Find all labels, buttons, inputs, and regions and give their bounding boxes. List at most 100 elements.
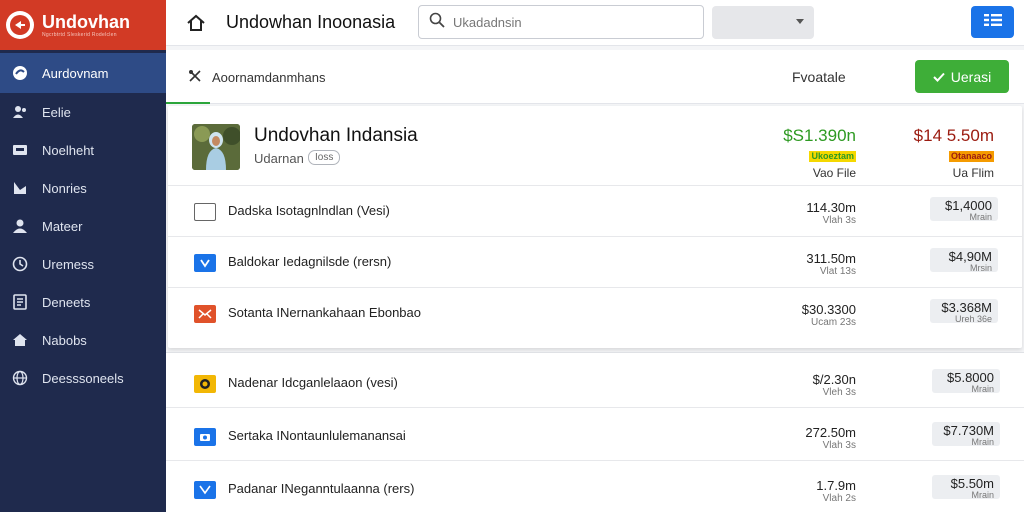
globe-icon	[12, 370, 28, 386]
row-amount-value: 311.50m	[806, 251, 856, 266]
sidebar-item-label: Nonries	[42, 180, 87, 196]
sidebar-item-uremess[interactable]: Uremess	[0, 245, 166, 283]
secondary-list: Nadenar Idcganlelaaon (vesi) $/2.30n Vle…	[166, 352, 1024, 512]
page-title: Undowhan Inoonasia	[226, 12, 396, 32]
row-amount-sub: Vlah 2s	[822, 493, 856, 504]
mail-icon	[194, 481, 216, 499]
row-amount-sub: Vlah 3s	[822, 440, 856, 451]
featured-item[interactable]: Undovhan Indansia Udarnan Ioss $S1.390n …	[168, 106, 1022, 186]
brand-tagline: Ngcrbtrtd Sleskerid Rodelclen	[42, 32, 117, 38]
list-item[interactable]: Baldokar Iedagnilsde (rersn) 311.50m Vla…	[168, 237, 1022, 288]
search-input[interactable]	[453, 14, 683, 30]
top-bar: Undowhan Inoonasia	[166, 0, 1024, 46]
envelope-icon	[194, 305, 216, 323]
featured-title: Undovhan Indansia	[254, 125, 418, 146]
row-amount-value: 272.50m	[805, 425, 856, 440]
list-item[interactable]: Dadska Isotagnlndlan (Vesi) 114.30m Vlah…	[168, 186, 1022, 237]
list-item[interactable]: Sertaka INontaunlulemanansai 272.50m Vla…	[166, 408, 1024, 461]
list-menu-icon	[983, 13, 1003, 32]
results-card: Undovhan Indansia Udarnan Ioss $S1.390n …	[168, 106, 1022, 348]
tab-label: Aoornamdanmhans	[212, 70, 326, 85]
row-price-chip[interactable]: $3.368M Ureh 36e	[930, 299, 998, 324]
sidebar-item-noelheht[interactable]: Noelheht	[0, 131, 166, 169]
row-amount-sub: Vlat 13s	[819, 266, 856, 277]
sidebar: Undovhan Ngcrbtrtd Sleskerid Rodelclen A…	[0, 0, 166, 512]
filter-label[interactable]: Fvoatale	[792, 69, 846, 85]
chat-bubble-icon	[12, 65, 28, 81]
sidebar-item-label: Noelheht	[42, 142, 95, 158]
kpi-secondary-value: $14 5.50m	[913, 126, 994, 145]
confirm-button[interactable]: Uerasi	[915, 60, 1009, 93]
checkbox-icon[interactable]	[194, 203, 216, 221]
row-amount-sub: Ucam 23s	[810, 317, 856, 328]
list-item[interactable]: Padanar INeganntulaanna (rers) 1.7.9m Vl…	[166, 461, 1024, 512]
check-icon	[933, 69, 945, 85]
featured-subtitle: Udarnan	[254, 151, 304, 166]
search-icon	[429, 12, 445, 33]
chevron-down-icon	[796, 19, 804, 24]
row-amount: 311.50m Vlat 13s	[806, 251, 856, 277]
kpi-primary-label: Vao File	[812, 166, 856, 180]
tab-overview[interactable]: Aoornamdanmhans	[166, 50, 325, 104]
flag-icon	[12, 180, 28, 196]
list-item[interactable]: Nadenar Idcganlelaaon (vesi) $/2.30n Vle…	[166, 355, 1024, 408]
row-price-chip[interactable]: $4,90M Mrsin	[930, 248, 998, 273]
row-amount-value: $/2.30n	[812, 372, 856, 387]
row-price-chip[interactable]: $5.50m Mrain	[932, 475, 1000, 500]
sidebar-item-label: Nabobs	[42, 332, 87, 348]
kpi-secondary: $14 5.50m Otanaaco Ua Flim	[914, 126, 994, 180]
kpi-secondary-label: Ua Flim	[952, 166, 994, 180]
row-amount-value: 114.30m	[806, 200, 856, 215]
sidebar-item-label: Deneets	[42, 294, 91, 310]
sidebar-item-label: Aurdovnam	[42, 65, 109, 81]
row-amount-sub: Vlah 3s	[822, 215, 856, 226]
kpi-primary-tag: Ukoeztam	[809, 151, 856, 162]
bag-icon	[194, 254, 216, 272]
status-badge: Ioss	[308, 150, 341, 165]
user-icon	[12, 218, 28, 234]
row-price-chip[interactable]: $5.8000 Mrain	[932, 369, 1000, 394]
list-item[interactable]: Sotanta INernankahaan Ebonbao $30.3300 U…	[168, 288, 1022, 339]
panel-header: Aoornamdanmhans Fvoatale Uerasi	[166, 50, 1024, 104]
sidebar-item-eelie[interactable]: Eelie	[0, 93, 166, 131]
row-label: Dadska Isotagnlndlan (Vesi)	[228, 203, 390, 218]
document-icon	[12, 294, 28, 310]
kpi-secondary-tag: Otanaaco	[948, 151, 994, 162]
row-amount: $/2.30n Vleh 3s	[813, 372, 856, 398]
filter-select[interactable]	[712, 6, 814, 39]
sidebar-item-nabobs[interactable]: Nabobs	[0, 321, 166, 359]
home-icon	[12, 332, 28, 348]
coin-icon	[194, 375, 216, 393]
avatar	[192, 124, 240, 170]
row-amount: 272.50m Vlah 3s	[805, 425, 856, 451]
sidebar-item-label: Deesssoneels	[42, 370, 124, 386]
sidebar-item-label: Uremess	[42, 256, 95, 272]
sidebar-item-label: Eelie	[42, 104, 71, 120]
clock-icon	[12, 256, 28, 272]
camera-icon	[194, 428, 216, 446]
confirm-button-label: Uerasi	[950, 68, 992, 85]
kpi-primary-value: $S1.390n	[783, 126, 856, 145]
sidebar-item-nonries[interactable]: Nonries	[0, 169, 166, 207]
row-label: Sertaka INontaunlulemanansai	[228, 428, 406, 443]
row-amount-sub: Vleh 3s	[822, 387, 856, 398]
sidebar-item-label: Mateer	[42, 218, 83, 234]
home-icon[interactable]	[184, 11, 208, 35]
row-amount: 114.30m Vlah 3s	[806, 200, 856, 226]
row-amount: $30.3300 Ucam 23s	[802, 302, 856, 328]
list-menu-button[interactable]	[971, 6, 1014, 38]
row-label: Sotanta INernankahaan Ebonbao	[228, 305, 421, 320]
sidebar-item-deneets[interactable]: Deneets	[0, 283, 166, 321]
brand-name: Undovhan	[42, 12, 130, 32]
row-price-sub: Ureh 36e	[954, 314, 992, 324]
sidebar-item-mateer[interactable]: Mateer	[0, 207, 166, 245]
row-price-chip[interactable]: $7.730M Mrain	[932, 422, 1000, 447]
people-icon	[12, 104, 28, 120]
search-box[interactable]	[418, 5, 704, 39]
row-amount-value: $30.3300	[801, 302, 856, 317]
sidebar-nav: Aurdovnam Eelie Noelheht Nonries Mateer …	[0, 53, 166, 397]
row-price-chip[interactable]: $1,4000 Mrain	[930, 197, 998, 222]
brand-header[interactable]: Undovhan Ngcrbtrtd Sleskerid Rodelclen	[0, 0, 166, 50]
sidebar-item-aurdovnam[interactable]: Aurdovnam	[0, 53, 166, 93]
sidebar-item-deesssoneels[interactable]: Deesssoneels	[0, 359, 166, 397]
